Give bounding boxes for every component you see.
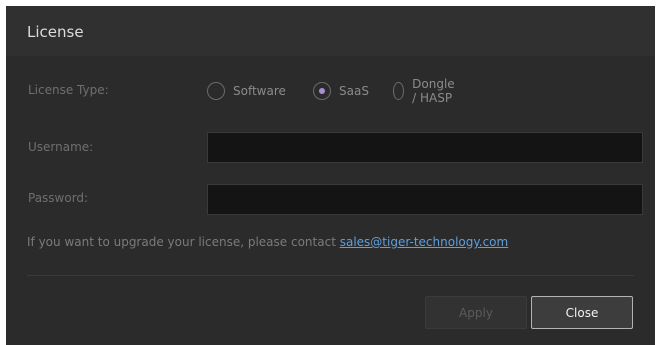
radio-circle-icon [393, 82, 405, 100]
close-button[interactable]: Close [531, 296, 633, 329]
upgrade-info-message: If you want to upgrade your license, ple… [27, 235, 336, 249]
radio-saas-label: SaaS [339, 84, 369, 98]
radio-circle-icon [207, 82, 225, 100]
sales-email-link[interactable]: sales@tiger-technology.com [340, 235, 508, 249]
password-label: Password: [28, 191, 89, 205]
radio-selected-icon [313, 82, 331, 100]
divider [27, 275, 634, 276]
apply-button[interactable]: Apply [425, 296, 527, 329]
radio-dongle-hasp[interactable]: Dongle / HASP [393, 77, 462, 105]
upgrade-info-text: If you want to upgrade your license, ple… [27, 235, 508, 249]
radio-software[interactable]: Software [207, 81, 286, 101]
password-input[interactable] [207, 184, 643, 215]
username-label: Username: [28, 140, 94, 154]
dialog-title: License [27, 23, 84, 41]
username-input[interactable] [207, 132, 643, 163]
radio-dongle-hasp-label: Dongle / HASP [412, 77, 455, 105]
title-bar: License [6, 6, 655, 56]
radio-software-label: Software [233, 84, 286, 98]
license-type-label: License Type: [28, 83, 109, 97]
radio-saas[interactable]: SaaS [313, 81, 369, 101]
license-dialog: License License Type: Software SaaS Dong… [6, 6, 655, 345]
